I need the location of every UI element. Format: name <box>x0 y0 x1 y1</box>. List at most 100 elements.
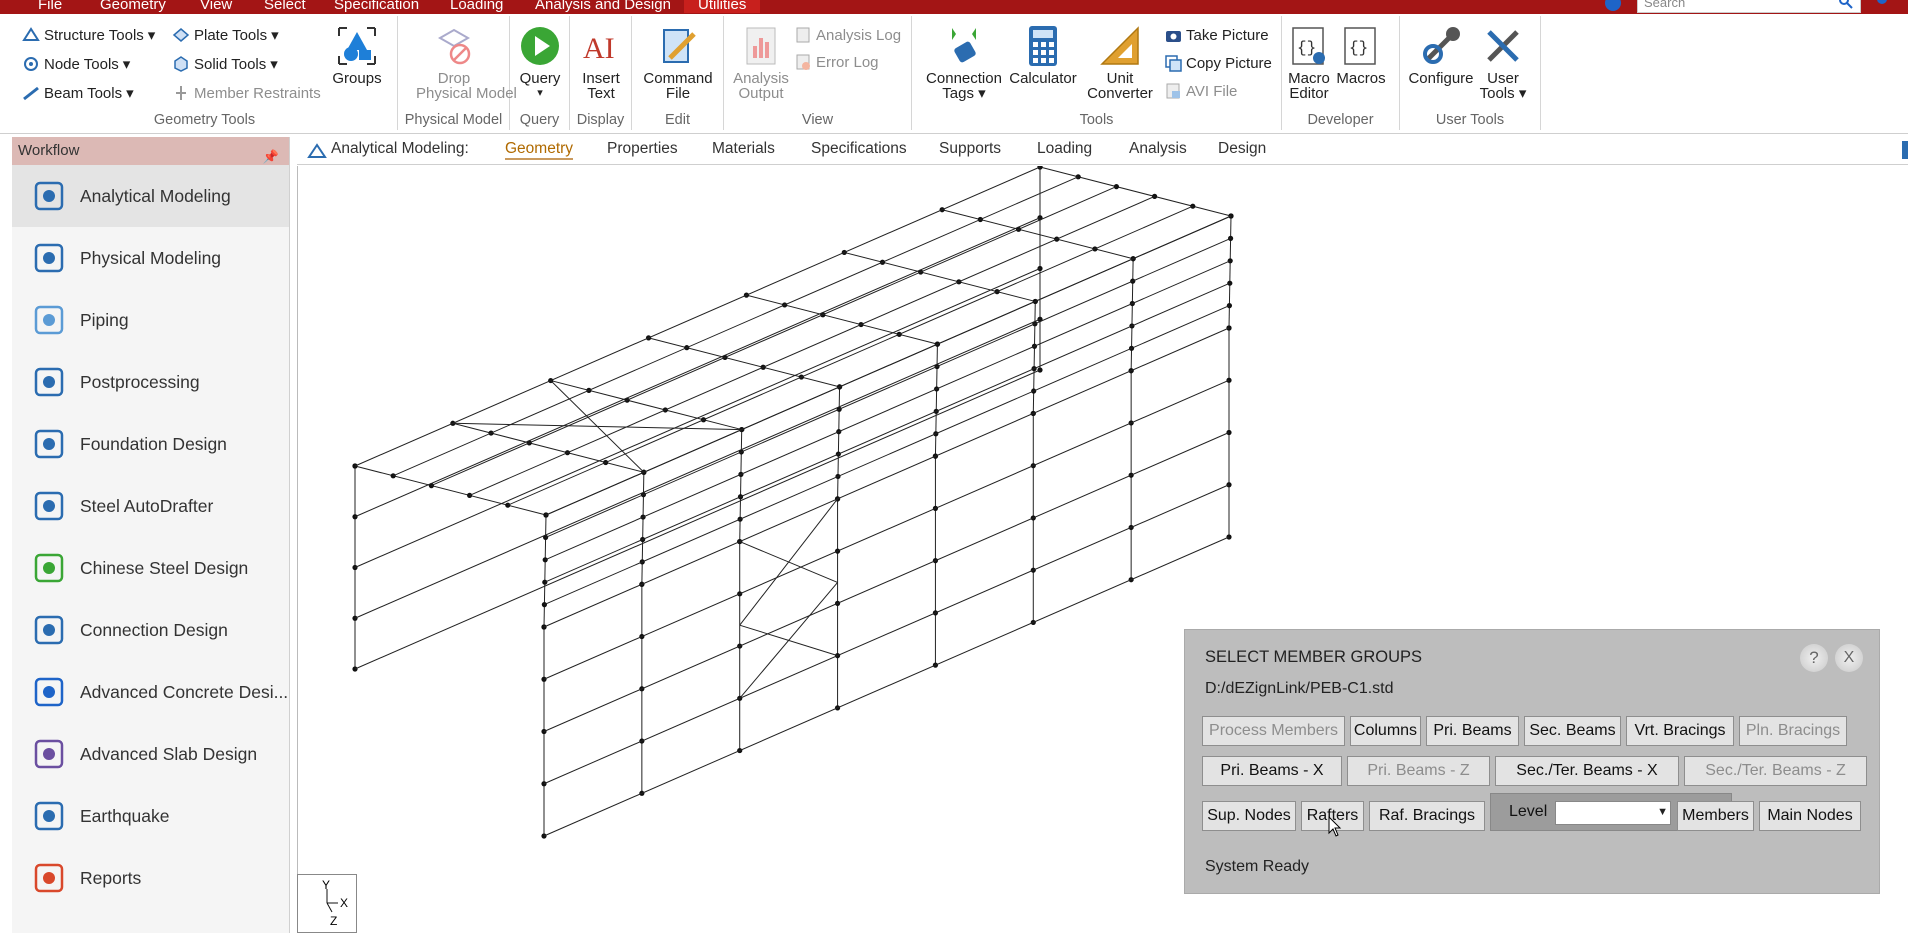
rafter-line[interactable] <box>648 337 840 388</box>
member-restraints-button[interactable]: Member Restraints <box>172 84 321 102</box>
workflow-item-advanced-concrete[interactable]: Advanced Concrete Desi... <box>12 661 289 723</box>
rafter-line[interactable] <box>746 294 938 345</box>
pin-icon[interactable]: 📌 <box>263 143 279 171</box>
node-dot[interactable] <box>1152 193 1158 199</box>
menu-analysis-design[interactable]: Analysis and Design <box>535 0 671 13</box>
avi-file-button[interactable]: AVI File <box>1164 82 1237 100</box>
vertical-bracing-line[interactable] <box>739 498 838 626</box>
purlin-line[interactable] <box>544 305 1230 606</box>
node-dot[interactable] <box>505 502 511 508</box>
workflow-item-chinese-steel-design[interactable]: Chinese Steel Design <box>12 537 289 599</box>
node-dot[interactable] <box>1227 258 1233 264</box>
girt-line[interactable] <box>354 369 1041 670</box>
error-log-button[interactable]: Error Log <box>794 53 879 71</box>
menu-view[interactable]: View <box>200 0 232 13</box>
tab-analysis[interactable]: Analysis <box>1129 140 1187 158</box>
purlin-line[interactable] <box>544 282 1231 583</box>
menu-utilities[interactable]: Utilities <box>684 0 761 13</box>
rafter-line[interactable] <box>837 386 841 499</box>
purlin-line[interactable] <box>544 260 1231 561</box>
purlin-line[interactable] <box>392 176 1079 477</box>
tab-design[interactable]: Design <box>1218 140 1266 158</box>
groups-button[interactable]: Groups <box>320 24 394 86</box>
search-input[interactable]: Search <box>1637 0 1861 13</box>
menu-file[interactable]: File <box>38 0 62 13</box>
macros-button[interactable]: {} Macros <box>1329 24 1393 86</box>
menu-loading[interactable]: Loading <box>450 0 503 13</box>
drop-physical-model-button[interactable]: Drop Physical Model <box>416 24 517 101</box>
rafter-line[interactable] <box>641 472 645 585</box>
workflow-item-steel-autodrafter[interactable]: Steel AutoDrafter <box>12 475 289 537</box>
tab-materials[interactable]: Materials <box>712 140 775 158</box>
node-tools-button[interactable]: Node Tools ▾ <box>22 55 130 73</box>
rafter-line[interactable] <box>354 465 547 516</box>
node-dot[interactable] <box>1075 174 1081 180</box>
command-file-button[interactable]: Command File <box>641 24 715 101</box>
menu-geometry[interactable]: Geometry <box>100 0 166 13</box>
level-dropdown[interactable]: ▼ <box>1555 801 1671 825</box>
workflow-item-foundation-design[interactable]: Foundation Design <box>12 413 289 475</box>
user-icon[interactable] <box>1872 0 1892 12</box>
workflow-item-advanced-slab[interactable]: Advanced Slab Design <box>12 723 289 785</box>
take-picture-button[interactable]: Take Picture <box>1164 26 1269 44</box>
chevron-down-icon[interactable]: ▼ <box>1657 806 1668 818</box>
purlin-line[interactable] <box>431 186 1117 487</box>
rafter-line[interactable] <box>543 514 547 628</box>
rafter-line[interactable] <box>1228 215 1232 329</box>
beam-tools-button[interactable]: Beam Tools ▾ <box>22 84 134 102</box>
pri-beams-x-button[interactable]: Pri. Beams - X <box>1202 756 1342 786</box>
purlin-line[interactable] <box>469 195 1155 496</box>
girt-line[interactable] <box>354 318 1041 619</box>
rafter-line[interactable] <box>452 422 644 473</box>
node-dot[interactable] <box>1228 235 1234 241</box>
purlin-line[interactable] <box>507 205 1194 506</box>
main-nodes-button[interactable]: Main Nodes <box>1759 801 1861 831</box>
search-icon[interactable] <box>1838 0 1854 10</box>
rafter-line[interactable] <box>550 380 742 431</box>
raf-bracings-button[interactable]: Raf. Bracings <box>1369 801 1485 831</box>
rafter-line[interactable] <box>1039 166 1232 217</box>
purlin-line[interactable] <box>354 166 1041 467</box>
workflow-item-earthquake[interactable]: Earthquake <box>12 785 289 847</box>
unit-converter-button[interactable]: Unit Converter <box>1080 24 1160 101</box>
tab-properties[interactable]: Properties <box>607 140 678 158</box>
pri-beams-button[interactable]: Pri. Beams <box>1426 716 1519 746</box>
vertical-bracing-line[interactable] <box>739 582 838 699</box>
node-dot[interactable] <box>542 557 548 563</box>
vrt-bracings-button[interactable]: Vrt. Bracings <box>1626 716 1734 746</box>
analysis-output-button[interactable]: Analysis Output <box>724 24 798 101</box>
workflow-item-piping[interactable]: Piping <box>12 289 289 351</box>
insert-text-button[interactable]: AI Insert Text <box>564 24 638 101</box>
close-button[interactable]: X <box>1835 644 1863 672</box>
calculator-button[interactable]: Calculator <box>1004 24 1082 86</box>
analysis-log-button[interactable]: Analysis Log <box>794 26 901 44</box>
tab-geometry[interactable]: Geometry <box>505 140 574 160</box>
purlin-line[interactable] <box>545 237 1231 538</box>
sec-ter-beams-x-button[interactable]: Sec./Ter. Beams - X <box>1495 756 1679 786</box>
structure-tools-button[interactable]: Structure Tools ▾ <box>22 26 155 44</box>
node-dot[interactable] <box>1190 203 1196 209</box>
process-members-button[interactable]: Process Members <box>1202 716 1345 746</box>
solid-tools-button[interactable]: Solid Tools ▾ <box>172 55 278 73</box>
rafter-line[interactable] <box>1032 301 1036 414</box>
menu-select[interactable]: Select <box>264 0 306 13</box>
copy-picture-button[interactable]: Copy Picture <box>1164 54 1272 72</box>
sup-nodes-button[interactable]: Sup. Nodes <box>1202 801 1296 831</box>
sec-beams-button[interactable]: Sec. Beams <box>1524 716 1621 746</box>
rafter-line[interactable] <box>934 344 938 457</box>
connection-tags-button[interactable]: Connection Tags ▾ <box>922 24 1006 101</box>
help-button[interactable]: ? <box>1800 644 1828 672</box>
workflow-item-analytical-modeling[interactable]: Analytical Modeling <box>12 165 289 227</box>
pln-bracings-button[interactable]: Pln. Bracings <box>1739 716 1847 746</box>
node-dot[interactable] <box>1227 280 1233 286</box>
columns-button[interactable]: Columns <box>1350 716 1421 746</box>
menu-specification[interactable]: Specification <box>334 0 419 13</box>
workflow-item-postprocessing[interactable]: Postprocessing <box>12 351 289 413</box>
rafter-line[interactable] <box>1130 258 1134 371</box>
tab-specifications[interactable]: Specifications <box>811 140 907 158</box>
tab-supports[interactable]: Supports <box>939 140 1001 158</box>
workflow-item-physical-modeling[interactable]: Physical Modeling <box>12 227 289 289</box>
info-icon[interactable] <box>1604 0 1622 12</box>
pri-beams-z-button[interactable]: Pri. Beams - Z <box>1347 756 1490 786</box>
roof-bracing-line[interactable] <box>550 380 645 473</box>
